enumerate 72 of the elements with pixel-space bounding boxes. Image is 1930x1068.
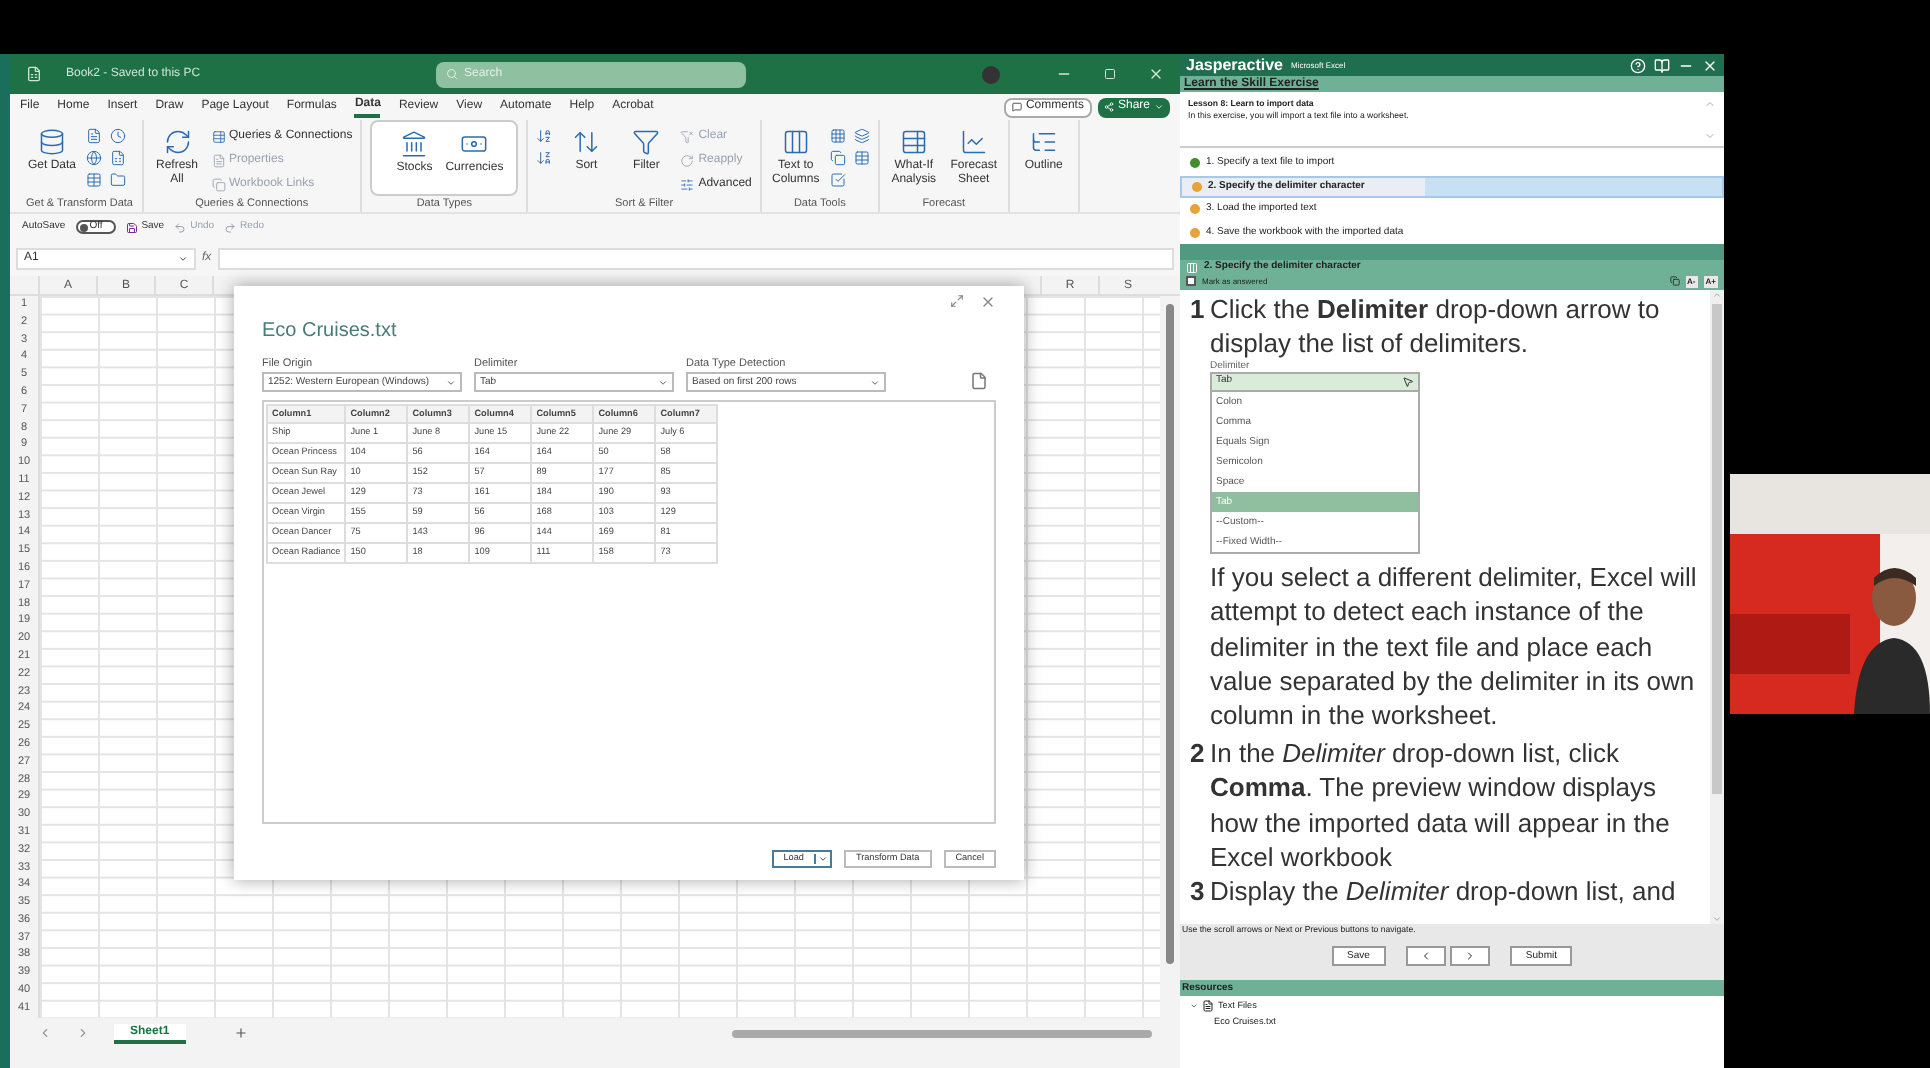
sort-descending-icon[interactable] (536, 150, 553, 166)
columns-icon (781, 128, 810, 156)
caret-icon (1154, 102, 1164, 112)
table-icon[interactable] (86, 172, 102, 188)
scroll-right-icon[interactable] (76, 1026, 90, 1040)
avatar[interactable] (982, 65, 1001, 83)
refresh-icon (163, 128, 191, 156)
mark-answered-checkbox[interactable] (1186, 276, 1196, 286)
table-icon (899, 128, 928, 156)
share-icon (1103, 102, 1114, 112)
caret-icon[interactable] (817, 854, 828, 865)
clear-filter-icon (680, 130, 695, 144)
database-icon (38, 128, 66, 156)
duplicate-icon[interactable] (829, 150, 846, 166)
previous-icon (1419, 950, 1432, 963)
caret-icon (658, 377, 668, 388)
caret-icon (446, 377, 456, 388)
redo-icon (224, 221, 237, 233)
checkbox-icon[interactable] (829, 172, 846, 188)
next-icon (1463, 950, 1476, 963)
reapply-icon (680, 154, 695, 168)
maximize-icon[interactable] (950, 294, 964, 308)
brand-name: Jasperactive (1186, 57, 1283, 73)
scroll-left-icon[interactable] (38, 1026, 52, 1040)
comment-icon (1011, 102, 1022, 112)
table-icon (211, 130, 225, 144)
copy-icon[interactable] (1669, 276, 1680, 286)
bank-icon (400, 130, 429, 158)
undo-icon (174, 221, 187, 233)
previous-button[interactable] (1405, 946, 1446, 967)
document-icon (211, 154, 225, 168)
spreadsheet-icon (26, 66, 42, 82)
layers-icon[interactable] (853, 128, 870, 144)
panel-icon (1186, 261, 1198, 274)
caret-icon (870, 377, 880, 388)
search-icon (446, 68, 459, 80)
grid-icon[interactable] (829, 128, 846, 144)
close-icon[interactable] (980, 294, 996, 310)
caret-icon (178, 253, 188, 263)
spreadsheet-icon[interactable] (110, 150, 126, 166)
close-icon[interactable] (1148, 66, 1165, 82)
dialog-title: Eco Cruises.txt (262, 318, 399, 346)
file-icon[interactable] (970, 372, 988, 391)
next-button[interactable] (1449, 946, 1490, 967)
text-file-icon[interactable] (86, 128, 102, 144)
step-number: 1 (1190, 292, 1207, 328)
instruction-text: Click the Delimiter drop-down arrow to display the list of delimiters. (1210, 292, 1662, 360)
save-icon (125, 221, 138, 233)
step-number: 2 (1190, 735, 1207, 772)
step-number: 3 (1190, 874, 1207, 910)
sort-ascending-icon[interactable] (536, 128, 553, 144)
horizontal-scrollbar[interactable] (732, 1030, 1152, 1038)
instruction-text: If you select a different delimiter, Excel will attempt to detect each instance of the delimiter in the text file and place each value separated by the delimiter in its own column in the worksheet. (1208, 559, 1699, 734)
instruction-text: Display the Delimiter drop-down list, and (1210, 874, 1676, 910)
help-icon[interactable] (1630, 57, 1646, 73)
formula-field[interactable] (217, 247, 1174, 269)
book-icon[interactable] (1654, 57, 1670, 73)
outline-icon (1029, 128, 1058, 156)
clock-icon[interactable] (110, 128, 126, 144)
maximize-icon[interactable] (1104, 68, 1117, 80)
globe-icon[interactable] (86, 150, 102, 166)
file-icon (1202, 1000, 1214, 1013)
advanced-filter-icon (680, 178, 695, 192)
line-chart-icon (959, 128, 988, 156)
cursor-icon (1402, 375, 1414, 388)
add-sheet-icon[interactable] (233, 1026, 248, 1040)
vertical-scrollbar[interactable] (1160, 296, 1180, 1018)
filter-icon (632, 128, 661, 156)
sort-icon (572, 128, 601, 156)
table-icon[interactable] (853, 150, 870, 166)
banknote-icon (460, 130, 489, 158)
folder-icon[interactable] (110, 172, 126, 188)
